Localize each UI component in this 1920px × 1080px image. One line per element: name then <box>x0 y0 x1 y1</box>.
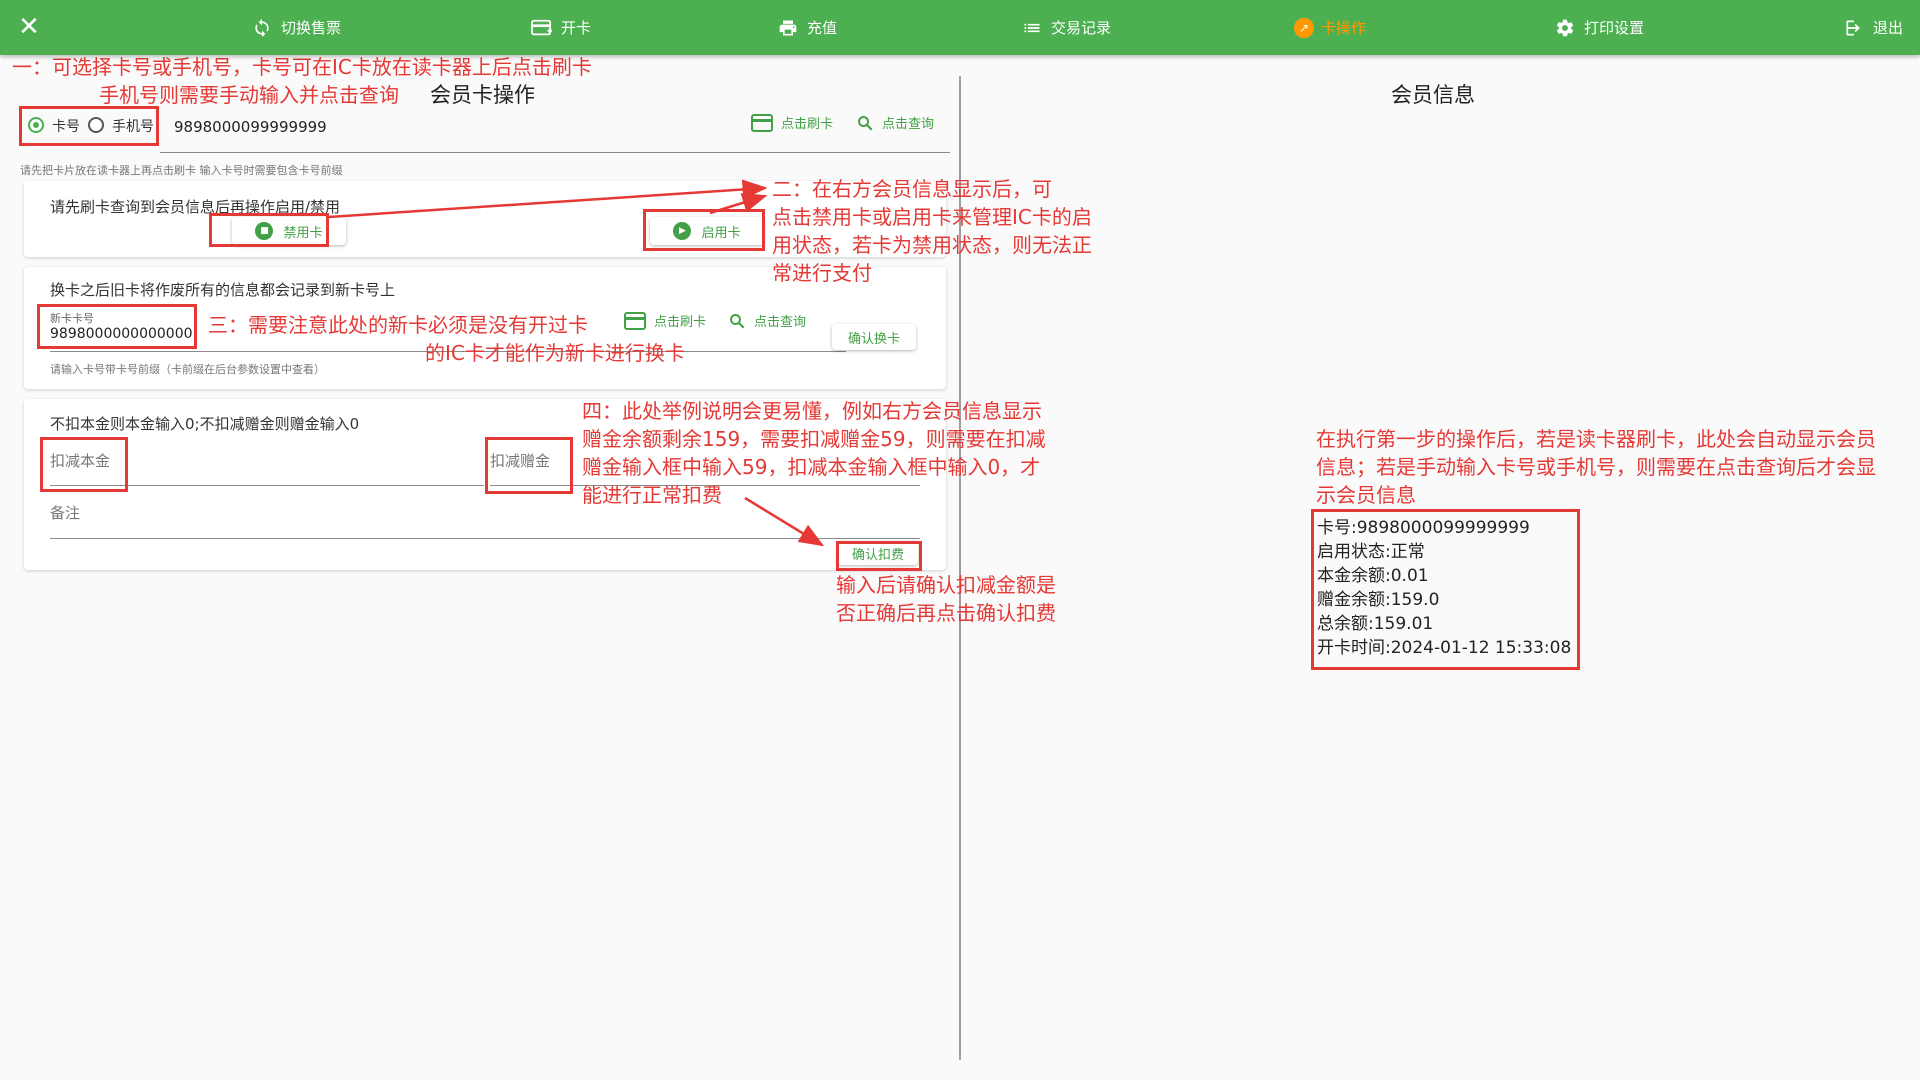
note-three-line2: 的IC卡才能作为新卡进行换卡 <box>425 341 685 365</box>
arrow-to-confirm <box>744 496 825 547</box>
top-navigation-bar: ✕ 切换售票 开卡 充值 交易记录 ↗ 卡操作 打印设置 退出 <box>0 0 1920 55</box>
nav-print-settings[interactable]: 打印设置 <box>1553 0 1644 55</box>
note-two-line4: 常进行支付 <box>772 261 872 285</box>
nav-card-operation[interactable]: ↗ 卡操作 <box>1294 0 1366 55</box>
nav-card-operation-label: 卡操作 <box>1321 19 1367 37</box>
note-six-line2: 信息；若是手动输入卡号或手机号，则需要在点击查询后才会显 <box>1316 455 1876 479</box>
logout-icon <box>1842 16 1866 40</box>
nav-recharge-label: 充值 <box>807 19 838 37</box>
nav-transaction-records-label: 交易记录 <box>1051 19 1112 37</box>
nav-print-settings-label: 打印设置 <box>1584 19 1645 37</box>
close-icon: ✕ <box>18 12 40 42</box>
gear-icon <box>1553 16 1577 40</box>
note-six-line1: 在执行第一步的操作后，若是读卡器刷卡，此处会自动显示会员 <box>1316 427 1876 451</box>
nav-switch-ticket[interactable]: 切换售票 <box>250 0 341 55</box>
refresh-icon <box>250 16 274 40</box>
nav-open-card[interactable]: 开卡 <box>530 0 591 55</box>
note-two-line3: 用状态，若卡为禁用状态，则无法正 <box>772 233 1092 257</box>
note-five-line1: 输入后请确认扣减金额是 <box>836 573 1056 597</box>
note-six-line3: 示会员信息 <box>1316 483 1416 507</box>
nav-transaction-records[interactable]: 交易记录 <box>1020 0 1111 55</box>
note-four-line2: 赠金余额剩余159，需要扣减赠金59，则需要在扣减 <box>582 427 1046 451</box>
list-icon <box>1020 16 1044 40</box>
nav-open-card-label: 开卡 <box>561 19 592 37</box>
note-four-line3: 赠金输入框中输入59，扣减本金输入框中输入0，才 <box>582 455 1041 479</box>
note-two-line2: 点击禁用卡或启用卡来管理IC卡的启 <box>772 205 1092 229</box>
close-button[interactable]: ✕ <box>14 10 44 44</box>
card-operation-icon: ↗ <box>1294 17 1314 38</box>
note-four-line4: 能进行正常扣费 <box>582 483 722 507</box>
note-five-line2: 否正确后再点击确认扣费 <box>836 601 1056 625</box>
nav-switch-ticket-label: 切换售票 <box>281 19 342 37</box>
note-three-line1: 三：需要注意此处的新卡必须是没有开过卡 <box>208 313 588 337</box>
note-two-line1: 二：在右方会员信息显示后，可 <box>772 177 1052 201</box>
card-add-icon <box>530 16 554 40</box>
nav-logout[interactable]: 退出 <box>1842 0 1903 55</box>
arrow-enable-to-note-two <box>709 193 768 215</box>
nav-recharge[interactable]: 充值 <box>776 0 837 55</box>
note-one-line1: 一：可选择卡号或手机号，卡号可在IC卡放在读卡器上后点击刷卡 <box>12 55 592 79</box>
nav-logout-label: 退出 <box>1873 19 1904 37</box>
note-one-line2: 手机号则需要手动输入并点击查询 <box>99 83 399 107</box>
note-four-line1: 四：此处举例说明会更易懂，例如右方会员信息显示 <box>582 399 1042 423</box>
arrow-to-note-two <box>328 179 768 219</box>
printer-icon <box>776 16 800 40</box>
annotation-arrows <box>328 179 825 547</box>
